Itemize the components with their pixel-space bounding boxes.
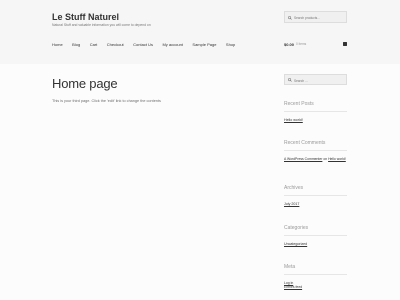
sidebar-search-input[interactable]: Search … — [284, 74, 347, 85]
meta-link-login[interactable]: Log in — [284, 281, 293, 285]
header-cart-link[interactable]: $0.00 0 items — [284, 42, 347, 50]
sidebar-search-placeholder: Search … — [294, 78, 309, 83]
product-search-placeholder: Search products… — [294, 15, 321, 20]
widget-title: Recent Posts — [284, 101, 347, 112]
widget-title: Recent Comments — [284, 140, 347, 151]
recent-comments-widget: Recent Comments A WordPress Commenter on… — [284, 140, 347, 161]
category-link[interactable]: Uncategorized — [284, 242, 307, 246]
site-tagline: Natural Stuff and valuable information y… — [52, 22, 151, 27]
nav-item-blog[interactable]: Blog — [72, 42, 80, 50]
nav-item-home[interactable]: Home — [52, 42, 63, 50]
site-header: Le Stuff Naturel Natural Stuff and valua… — [0, 0, 400, 64]
archives-widget: Archives July 2017 — [284, 185, 347, 207]
recent-post-link[interactable]: Hello world! — [284, 118, 303, 122]
site-title[interactable]: Le Stuff Naturel — [52, 12, 119, 22]
recent-posts-widget: Recent Posts Hello world! — [284, 101, 347, 123]
main-content: Home page This is your third page. Click… — [52, 76, 252, 103]
primary-navigation: Home Blog Cart Checkout Contact Us My ac… — [52, 42, 245, 50]
widget-title: Archives — [284, 185, 347, 196]
meta-link-entries-feed[interactable]: Entries feed — [284, 285, 302, 289]
search-icon — [288, 78, 292, 82]
sidebar: Search … Recent Posts Hello world! Recen… — [284, 74, 347, 289]
nav-item-shop[interactable]: Shop — [226, 42, 235, 50]
search-icon — [288, 15, 292, 20]
nav-item-contact-us[interactable]: Contact Us — [133, 42, 153, 50]
categories-widget: Categories Uncategorized — [284, 225, 347, 247]
archive-link[interactable]: July 2017 — [284, 202, 299, 206]
nav-item-checkout[interactable]: Checkout — [107, 42, 124, 50]
page-title: Home page — [52, 76, 118, 91]
nav-item-sample-page[interactable]: Sample Page — [192, 42, 216, 50]
widget-title: Categories — [284, 225, 347, 236]
comment-post-link[interactable]: Hello world! — [328, 157, 346, 161]
page-content: This is your third page. Click the 'edit… — [52, 99, 161, 103]
widget-title: Meta — [284, 264, 347, 275]
nav-item-cart[interactable]: Cart — [90, 42, 98, 50]
cart-amount: $0.00 — [284, 42, 295, 47]
comment-on-text: on — [323, 157, 328, 161]
meta-widget: Meta Log in Entries feed — [284, 264, 347, 290]
cart-item-count: 0 items — [296, 42, 307, 47]
nav-item-my-account[interactable]: My account — [162, 42, 182, 50]
shopping-bag-icon — [342, 42, 347, 46]
product-search-input[interactable]: Search products… — [284, 11, 347, 23]
comment-author-link[interactable]: A WordPress Commenter — [284, 157, 322, 161]
